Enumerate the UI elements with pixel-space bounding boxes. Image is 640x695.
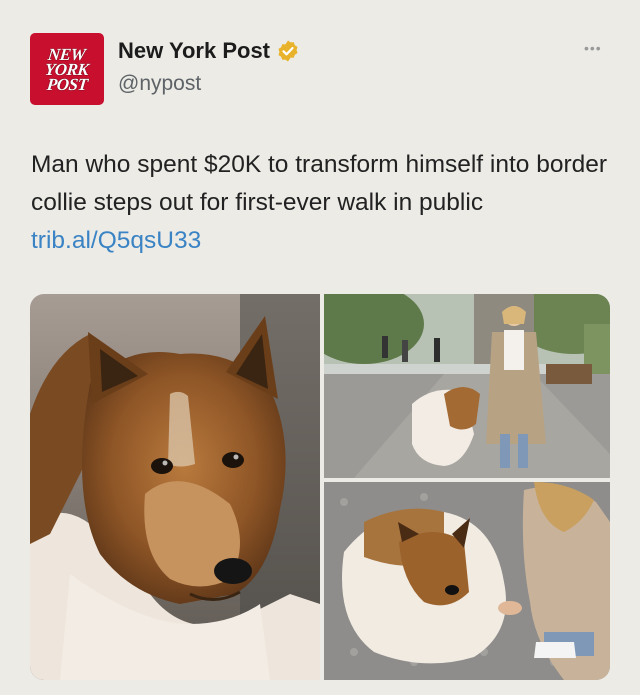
- display-name[interactable]: New York Post: [118, 38, 270, 64]
- media-grid: [30, 294, 610, 680]
- account-name-row: New York Post: [118, 38, 300, 64]
- media-image-2[interactable]: [324, 294, 610, 478]
- tweet-text: Man who spent $20K to transform himself …: [31, 146, 611, 260]
- avatar-line-3: POST: [45, 74, 89, 94]
- verified-badge-icon: [278, 40, 298, 62]
- tweet-body: Man who spent $20K to transform himself …: [31, 151, 608, 216]
- handle[interactable]: @nypost: [118, 72, 201, 96]
- tweet-link[interactable]: trib.al/Q5qsU33: [31, 227, 201, 254]
- media-image-3[interactable]: [324, 482, 610, 680]
- media-image-1[interactable]: [30, 294, 320, 680]
- more-horizontal-icon[interactable]: •••: [584, 40, 602, 56]
- avatar[interactable]: NEW YORK POST: [30, 33, 104, 105]
